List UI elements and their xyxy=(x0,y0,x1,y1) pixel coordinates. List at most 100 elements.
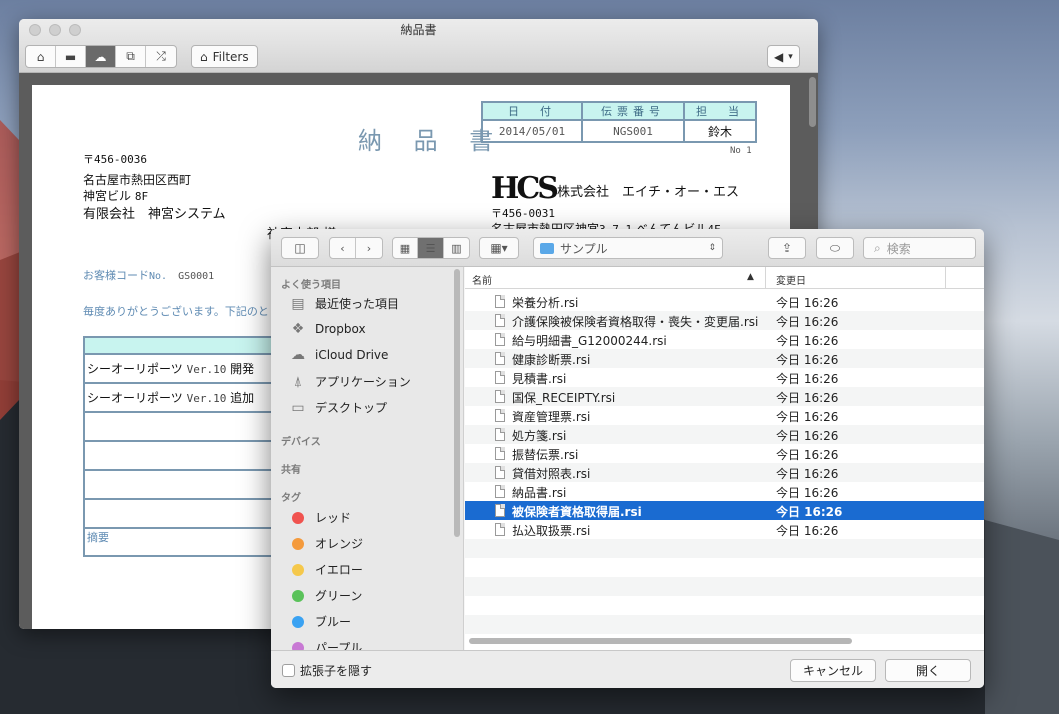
chevron-down-icon: ▾ xyxy=(788,51,793,62)
document-icon xyxy=(495,428,505,441)
date-column-header[interactable]: 変更日 xyxy=(776,272,806,287)
document-icon xyxy=(495,523,505,536)
sidebar-tag-red[interactable]: レッド xyxy=(289,509,351,526)
location-popup[interactable]: サンプル ⇕ xyxy=(533,237,723,259)
horizontal-scrollbar[interactable] xyxy=(469,638,852,644)
document-icon xyxy=(495,390,505,403)
back-button[interactable]: ‹ xyxy=(330,238,356,258)
sort-chevron-icon: ▲ xyxy=(747,272,754,282)
copy-icon[interactable]: ⧉ xyxy=(116,46,146,67)
tag-button[interactable]: ⬭ xyxy=(816,237,854,259)
share-button[interactable]: ⇪ xyxy=(768,237,806,259)
file-row[interactable]: 払込取扱票.rsi 今日 16:26 xyxy=(465,520,984,539)
document-icon xyxy=(495,466,505,479)
arrange-button[interactable]: ▦▾ xyxy=(479,237,519,259)
empty-row xyxy=(465,596,984,615)
file-row[interactable]: 貸借対照表.rsi 今日 16:26 xyxy=(465,463,984,482)
chevron-left-icon: ‹ xyxy=(340,241,345,255)
file-row[interactable]: 見積書.rsi 今日 16:26 xyxy=(465,368,984,387)
file-list: 名前 ▲ 変更日 栄養分析.rsi 今日 16:26 介護保険被保険者資格取得・喪失… xyxy=(465,267,984,650)
minimize-button[interactable] xyxy=(49,24,61,36)
search-field[interactable]: ⌕ 検索 xyxy=(863,237,976,259)
share-button[interactable]: ◀ ▾ xyxy=(767,45,800,68)
icon-view-button[interactable]: ▦ xyxy=(393,238,418,258)
file-row[interactable]: 納品書.rsi 今日 16:26 xyxy=(465,482,984,501)
share-icon: ⇪ xyxy=(781,241,793,255)
hide-extension-checkbox[interactable]: 拡張子を隠す xyxy=(282,662,372,679)
forward-button[interactable]: › xyxy=(356,238,382,258)
grid-icon: ▦ xyxy=(399,241,411,255)
slip-number-value: NGS001 xyxy=(581,119,685,143)
document-icon xyxy=(495,409,505,422)
sidebar-item-recents[interactable]: ▤ 最近使った項目 xyxy=(289,295,399,312)
sidebar-item-applications[interactable]: ⍋ アプリケーション xyxy=(289,373,411,390)
file-name: 貸借対照表.rsi xyxy=(512,467,591,481)
cloud-icon[interactable]: ☁ xyxy=(86,46,116,67)
devices-header: デバイス xyxy=(281,437,321,448)
document-icon xyxy=(495,295,505,308)
empty-row xyxy=(465,558,984,577)
tag-dot-icon xyxy=(292,615,304,628)
sidebar-tag-yellow[interactable]: イエロー xyxy=(289,561,363,578)
open-button[interactable]: 開く xyxy=(885,659,971,682)
issuer-logo: HCS xyxy=(491,171,559,206)
applications-icon: ⍋ xyxy=(293,373,303,390)
file-row[interactable]: 栄養分析.rsi 今日 16:26 xyxy=(465,292,984,311)
file-row[interactable]: 健康診断票.rsi 今日 16:26 xyxy=(465,349,984,368)
dialog-toolbar: ◫ ‹ › ▦ ☰ ▥ ▦▾ サンプル ⇕ ⇪ ⬭ ⌕ 検索 xyxy=(271,229,984,267)
file-row[interactable]: 給与明細書_G12000244.rsi 今日 16:26 xyxy=(465,330,984,349)
shuffle-icon[interactable]: ⤮ xyxy=(146,46,176,67)
column-divider xyxy=(945,267,946,289)
favorites-header: よく使う項目 xyxy=(281,280,341,291)
file-row[interactable]: 国保_RECEIPTY.rsi 今日 16:26 xyxy=(465,387,984,406)
file-row[interactable]: 振替伝票.rsi 今日 16:26 xyxy=(465,444,984,463)
file-date: 今日 16:26 xyxy=(776,410,839,424)
chevron-right-icon: › xyxy=(366,241,372,255)
window-controls xyxy=(29,24,81,36)
file-name: 振替伝票.rsi xyxy=(512,448,579,462)
dialog-sidebar: よく使う項目 ▤ 最近使った項目 ❖ Dropbox ☁ iCloud Drive ⍋… xyxy=(271,267,464,650)
customer-postal: 〒456-0036 xyxy=(83,153,147,166)
cloud-icon: ☁ xyxy=(291,347,305,363)
column-view-button[interactable]: ▥ xyxy=(444,238,469,258)
date-value: 2014/05/01 xyxy=(481,119,583,143)
sidebar-scrollbar[interactable] xyxy=(454,269,460,537)
file-row[interactable]: 被保険者資格取得届.rsi 今日 16:26 xyxy=(465,501,984,520)
file-date: 今日 16:26 xyxy=(776,353,839,367)
folder-icon[interactable]: ▬ xyxy=(56,46,86,67)
sidebar-item-icloud[interactable]: ☁ iCloud Drive xyxy=(289,347,388,363)
column-divider xyxy=(765,267,766,289)
sidebar-item-dropbox[interactable]: ❖ Dropbox xyxy=(289,321,366,337)
sidebar-tag-green[interactable]: グリーン xyxy=(289,587,362,604)
sidebar-toggle-button[interactable]: ◫ xyxy=(281,237,319,259)
tag-dot-icon xyxy=(292,589,304,602)
sidebar-tag-purple[interactable]: パープル xyxy=(289,639,362,650)
view-mode-buttons: ▦ ☰ ▥ xyxy=(392,237,470,259)
filters-button[interactable]: ⌂ Filters xyxy=(191,45,258,68)
close-button[interactable] xyxy=(29,24,41,36)
document-scrollbar[interactable] xyxy=(809,77,816,127)
customer-address: 名古屋市熱田区西町 xyxy=(83,173,192,187)
home-icon[interactable]: ⌂ xyxy=(26,46,56,67)
thanks-text: 毎度ありがとうございます。下記のと xyxy=(83,305,269,318)
sidebar-tag-orange[interactable]: オレンジ xyxy=(289,535,363,552)
file-row[interactable]: 資産管理票.rsi 今日 16:26 xyxy=(465,406,984,425)
toolbar: ⌂ ▬ ☁ ⧉ ⤮ ⌂ Filters ◀ ▾ xyxy=(19,43,818,73)
empty-row xyxy=(465,539,984,558)
file-row[interactable]: 介護保険被保険者資格取得・喪失・変更届.rsi 今日 16:26 xyxy=(465,311,984,330)
file-date: 今日 16:26 xyxy=(776,429,839,443)
title-bar: 納品書 xyxy=(19,19,818,43)
zoom-button[interactable] xyxy=(69,24,81,36)
list-view-button[interactable]: ☰ xyxy=(418,238,444,258)
sidebar-tag-blue[interactable]: ブルー xyxy=(289,613,351,630)
updown-chevron-icon: ⇕ xyxy=(708,243,716,253)
back-forward-buttons: ‹ › xyxy=(329,237,383,259)
file-name: 資産管理票.rsi xyxy=(512,410,591,424)
cancel-button[interactable]: キャンセル xyxy=(790,659,876,682)
file-name: 払込取扱票.rsi xyxy=(512,524,591,538)
sidebar-item-desktop[interactable]: ▭ デスクトップ xyxy=(289,399,387,416)
file-date: 今日 16:26 xyxy=(776,467,839,481)
file-row[interactable]: 処方箋.rsi 今日 16:26 xyxy=(465,425,984,444)
empty-row xyxy=(465,615,984,634)
name-column-header[interactable]: 名前 xyxy=(472,272,492,287)
